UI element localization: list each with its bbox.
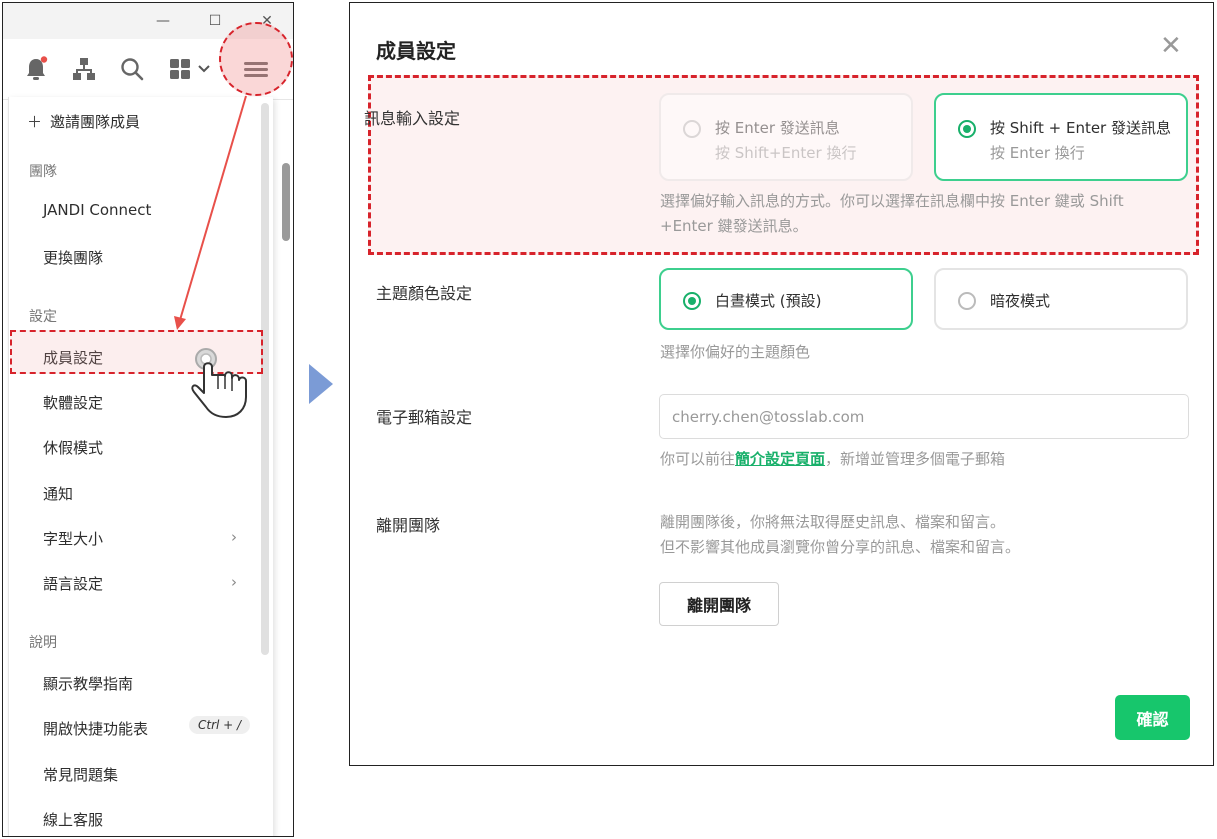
- section-label-help: 說明: [29, 635, 57, 651]
- chevron-right-icon: ›: [231, 528, 237, 546]
- radio-enter-send[interactable]: [683, 120, 701, 138]
- chevron-right-icon: ›: [231, 573, 237, 591]
- menu-item-shortcut-menu[interactable]: 開啟快捷功能表 Ctrl + /: [9, 716, 259, 739]
- radio-night-mode[interactable]: [958, 292, 976, 310]
- radio-shift-enter-send[interactable]: [958, 120, 976, 138]
- theme-label: 主題顏色設定: [376, 284, 473, 303]
- member-settings-dialog: 成員設定 ✕ 訊息輸入設定 按 Enter 發送訊息 按 Shift+Enter…: [349, 2, 1214, 766]
- hand-cursor-icon: [191, 348, 247, 418]
- message-input-label: 訊息輸入設定: [364, 109, 461, 128]
- menu-item-language[interactable]: 語言設定 ›: [9, 573, 259, 594]
- flow-arrow-icon: [309, 364, 333, 404]
- menu-item-online-support[interactable]: 線上客服: [9, 809, 259, 830]
- close-icon[interactable]: ✕: [1160, 33, 1182, 59]
- leave-team-button[interactable]: 離開團隊: [659, 582, 779, 626]
- email-field[interactable]: [659, 394, 1189, 439]
- option-night-mode[interactable]: 暗夜模式: [934, 268, 1188, 330]
- message-input-hint: 選擇偏好輸入訊息的方式。你可以選擇在訊息欄中按 Enter 鍵或 Shift +…: [660, 192, 1124, 235]
- email-hint: 你可以前往簡介設定頁面，新增並管理多個電子郵箱: [660, 450, 1006, 468]
- option-enter-send[interactable]: 按 Enter 發送訊息 按 Shift+Enter 換行: [659, 93, 913, 181]
- menu-item-vacation-mode[interactable]: 休假模式: [9, 437, 259, 458]
- shortcut-badge: Ctrl + /: [189, 716, 251, 734]
- dialog-title: 成員設定: [376, 39, 456, 63]
- menu-item-tutorial[interactable]: 顯示教學指南: [9, 673, 259, 694]
- confirm-button[interactable]: 確認: [1115, 695, 1190, 740]
- menu-item-faq[interactable]: 常見問題集: [9, 764, 259, 785]
- option-shift-enter-send[interactable]: 按 Shift + Enter 發送訊息 按 Enter 換行: [934, 93, 1188, 181]
- pointer-arrow: [174, 95, 247, 330]
- radio-day-mode[interactable]: [683, 292, 701, 310]
- theme-hint: 選擇你偏好的主題顏色: [660, 343, 811, 361]
- option-day-mode[interactable]: 白晝模式 (預設): [659, 268, 913, 330]
- leave-team-label: 離開團隊: [376, 516, 441, 535]
- menu-item-font-size[interactable]: 字型大小 ›: [9, 528, 259, 549]
- profile-settings-link[interactable]: 簡介設定頁面: [735, 450, 825, 468]
- menu-item-notifications[interactable]: 通知: [9, 483, 259, 504]
- leave-team-hint: 離開團隊後，你將無法取得歷史訊息、檔案和留言。 但不影響其他成員瀏覽你曾分享的訊…: [660, 513, 1021, 556]
- email-label: 電子郵箱設定: [376, 408, 473, 427]
